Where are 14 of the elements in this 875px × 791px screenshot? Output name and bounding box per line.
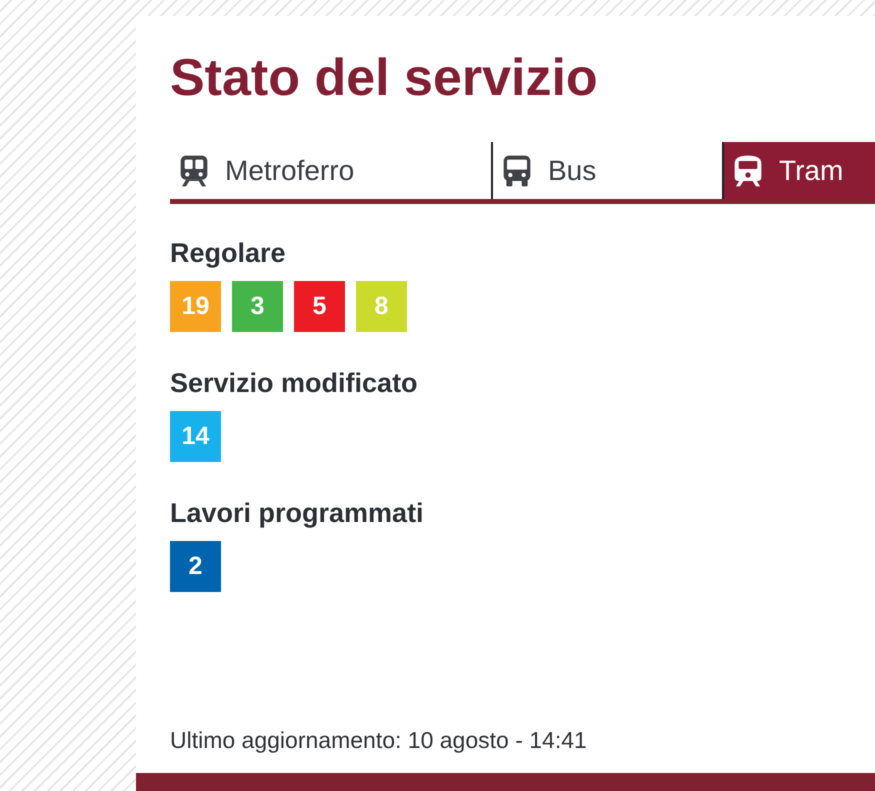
section-heading: Regolare (170, 237, 286, 269)
tab[interactable]: Tram (722, 142, 875, 199)
train-icon (180, 154, 208, 186)
section-heading: Lavori programmati (170, 497, 424, 529)
tram-icon (734, 154, 762, 186)
line-badge[interactable]: 2 (170, 541, 221, 592)
last-update-text: Ultimo aggiornamento: 10 agosto - 14:41 (170, 726, 587, 754)
page-title: Stato del servizio (170, 48, 598, 108)
bus-icon (503, 154, 531, 186)
line-badge[interactable]: 5 (294, 281, 345, 332)
line-badge[interactable]: 14 (170, 411, 221, 462)
line-badge[interactable]: 3 (232, 281, 283, 332)
section-heading: Servizio modificato (170, 367, 418, 399)
tab[interactable]: Metroferro (170, 142, 491, 199)
